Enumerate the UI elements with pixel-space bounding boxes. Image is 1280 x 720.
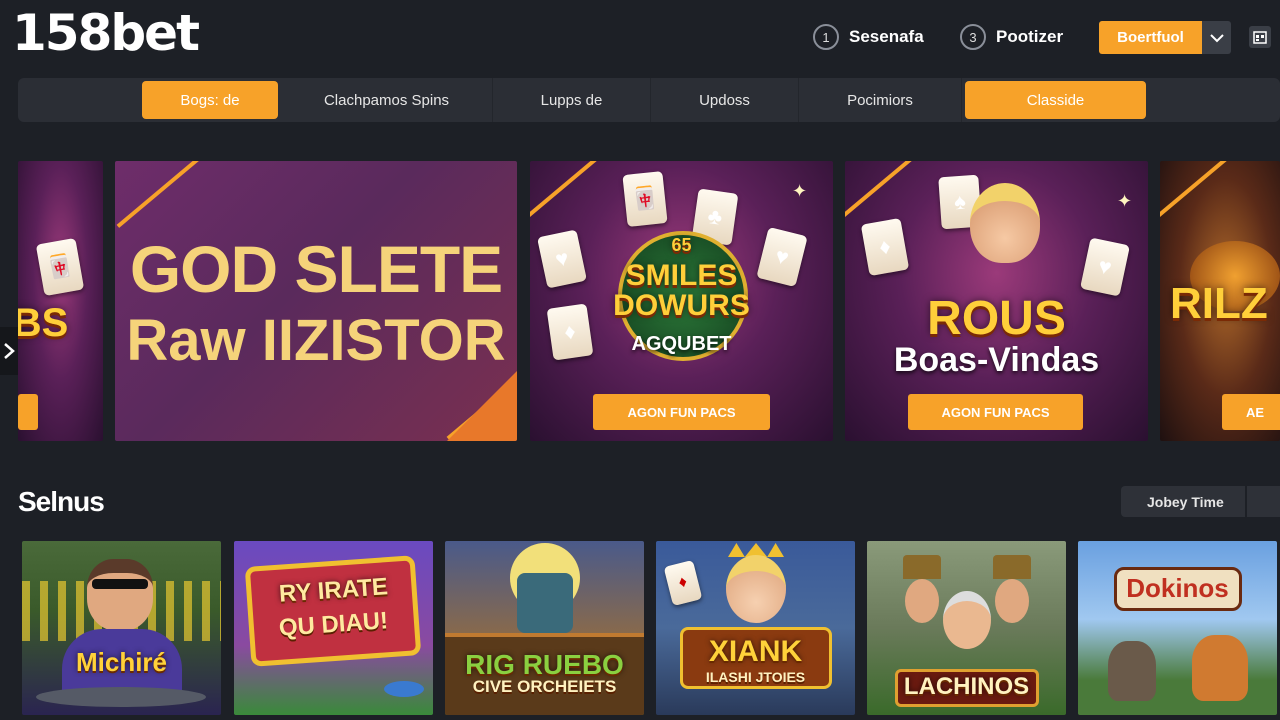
banner-top-number: 65 <box>671 235 692 255</box>
step-number-3: 3 <box>960 24 986 50</box>
tab-updoss[interactable]: Updoss <box>651 78 799 122</box>
game-title: Michiré <box>75 647 168 677</box>
creature-figure <box>1192 635 1248 701</box>
character-avatar <box>726 555 786 623</box>
accent-stripe <box>845 161 924 222</box>
creature-figure <box>1108 641 1156 701</box>
site-logo[interactable]: 158bet <box>12 4 200 62</box>
banner-title: BS <box>18 301 69 345</box>
tab-classide[interactable]: Classide <box>965 81 1146 119</box>
corner-decoration <box>447 371 517 441</box>
banner-button[interactable] <box>18 394 38 430</box>
banner-subtitle: Boas-Vindas <box>893 341 1100 379</box>
banner-badge: AGQUBET <box>631 333 732 355</box>
header-item-sesenafa[interactable]: 1 Sesenafa <box>813 24 924 50</box>
game-subtitle: CIVE ORCHEIETS <box>472 677 617 696</box>
accent-stripe <box>1160 161 1239 222</box>
game-title: Dokinos <box>1126 573 1229 603</box>
mahjong-tile: 🀄 <box>35 237 85 297</box>
hat-icon <box>993 555 1031 579</box>
promo-banner-smiles-dowurs[interactable]: ♥ 🀄 ♣ ♥ ♦ ✦ 65 SMILES DOWURS AGQUBET AGO… <box>530 161 833 441</box>
game-title: XIANK <box>708 635 803 668</box>
accent-stripe <box>530 161 609 222</box>
game-card[interactable]: ♦ XIANK ILASHI JTOIES <box>656 541 855 715</box>
game-card[interactable]: LACHINOS <box>867 541 1066 715</box>
banner-button[interactable]: AGON FUN PACS <box>593 394 770 430</box>
banner-title: ROUS <box>927 292 1066 345</box>
mahjong-tile: 🀄 <box>622 171 668 227</box>
tab-pocimiors[interactable]: Pocimiors <box>799 78 962 122</box>
character-avatar <box>970 183 1040 263</box>
banner-title: RILZ <box>1170 279 1268 328</box>
chevron-down-icon[interactable] <box>1202 21 1231 54</box>
section-title: Selnus <box>18 486 105 517</box>
chip-icon <box>384 681 424 697</box>
cta-button[interactable]: Boertfuol <box>1099 21 1202 54</box>
header-item-label: Pootizer <box>996 27 1064 46</box>
character-avatar <box>995 579 1029 623</box>
game-title: RIG RUEBO <box>465 649 624 680</box>
sparkle-icon: ✦ <box>792 181 808 201</box>
accent-stripe <box>116 161 204 228</box>
machine-prop <box>517 573 573 633</box>
sunglasses-icon <box>92 579 148 589</box>
mahjong-tile: ♦ <box>860 217 910 277</box>
sort-label: Jobey Time <box>1147 493 1224 510</box>
game-card[interactable]: RIG RUEBO CIVE ORCHEIETS <box>445 541 644 715</box>
tab-lupps-de[interactable]: Lupps de <box>493 78 651 122</box>
character-avatar <box>905 579 939 623</box>
step-number-1: 1 <box>813 24 839 50</box>
game-title: LACHINOS <box>903 673 1030 700</box>
banner-title: SMILES DOWURS <box>613 259 750 322</box>
tab-clachpamos-spins[interactable]: Clachpamos Spins <box>281 78 493 122</box>
banner-subtitle: Raw IIZISTOR <box>126 308 506 373</box>
table-tray <box>36 687 206 707</box>
sort-button[interactable]: Jobey Time <box>1121 486 1280 517</box>
tab-bogs-de[interactable]: Bogs: de <box>142 81 278 119</box>
chevron-right-icon[interactable] <box>0 327 18 375</box>
hat-icon <box>903 555 941 579</box>
calendar-icon[interactable] <box>1249 26 1271 48</box>
game-card[interactable]: Michiré <box>22 541 221 715</box>
banner-button[interactable]: AGON FUN PACS <box>908 394 1083 430</box>
promo-banner-partial-right[interactable]: RILZ AE <box>1160 161 1280 441</box>
promo-banner-god-slete[interactable]: GOD SLETE Raw IIZISTOR <box>115 161 517 441</box>
banner-title: GOD SLETE <box>129 232 503 306</box>
mahjong-tile: ♥ <box>1080 237 1130 297</box>
header-item-pootizer[interactable]: 3 Pootizer <box>960 24 1063 50</box>
sparkle-icon: ✦ <box>1117 191 1133 211</box>
page: 158bet 1 Sesenafa 3 Pootizer Boertfuol B… <box>0 0 1280 720</box>
playing-card-icon: ♦ <box>663 559 703 607</box>
category-nav: Bogs: de Clachpamos Spins Lupps de Updos… <box>18 78 1280 122</box>
character-avatar <box>87 559 153 631</box>
game-subtitle: ILASHI JTOIES <box>705 669 806 685</box>
banner-button[interactable]: AE <box>1222 394 1280 430</box>
header-cta[interactable]: Boertfuol <box>1099 21 1231 54</box>
promo-banner-partial-left[interactable]: 🀄 BS <box>18 161 103 441</box>
header-item-label: Sesenafa <box>849 27 924 46</box>
game-card[interactable]: RY IRATE QU DIAU! <box>234 541 433 715</box>
divider <box>1245 486 1247 517</box>
game-card[interactable]: Dokinos <box>1078 541 1277 715</box>
promo-banner-rous[interactable]: ♦ ♠ ♥ ✦ ROUS Boas-Vindas AGON FUN PACS <box>845 161 1148 441</box>
character-avatar <box>943 591 991 649</box>
